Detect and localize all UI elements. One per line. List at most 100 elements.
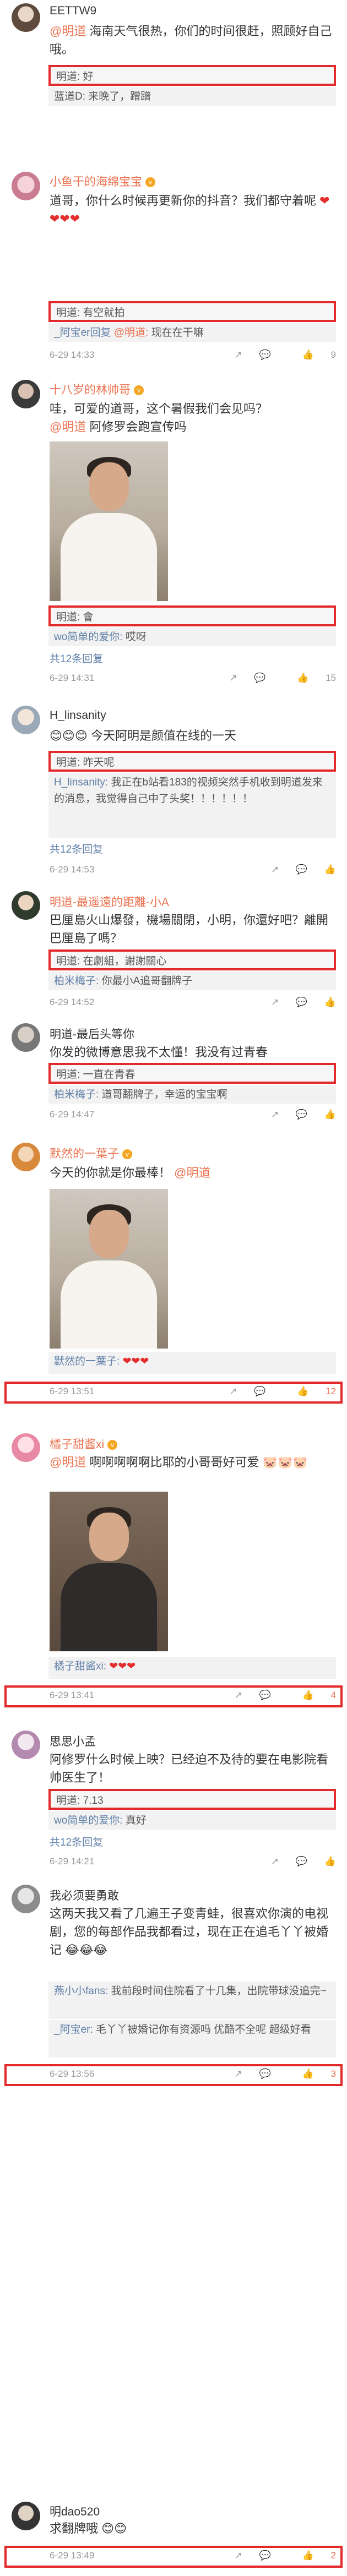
mention-link[interactable]: @明道	[50, 420, 86, 434]
share-icon[interactable]: ↗	[271, 1109, 279, 1120]
comment-author[interactable]: 我必须要勇敢	[50, 1887, 119, 1903]
reply-highlight[interactable]: 明道: 有空就拍	[48, 301, 336, 322]
like-button[interactable]: 👍 9	[288, 350, 336, 360]
share-icon[interactable]: ↗	[271, 997, 279, 1007]
comment-author[interactable]: EETTW9	[50, 4, 96, 18]
comment-author[interactable]: 十八岁的林帅哥 v	[50, 381, 144, 397]
reply-author[interactable]: H_linsanity:	[54, 777, 108, 788]
comment-icon[interactable]: 💬	[254, 673, 265, 683]
mention-link[interactable]: @明道	[174, 1166, 210, 1180]
comment-author[interactable]: 明dao520	[50, 2503, 100, 2519]
comment-icon[interactable]: 💬	[259, 1690, 271, 1700]
like-button[interactable]: 👍 4	[288, 1690, 336, 1700]
more-replies-link[interactable]: 共12条回复	[50, 651, 103, 665]
reply[interactable]: 蓝道D: 来晚了，蹭蹭	[48, 87, 336, 106]
reply[interactable]: wo简单的爱你: 真好	[48, 1811, 336, 1830]
action-bar: ↗ 💬 👍 9	[220, 350, 336, 361]
reply-author[interactable]: _阿宝er回复	[54, 327, 111, 339]
share-icon[interactable]: ↗	[235, 350, 242, 360]
reply[interactable]: wo简单的爱你: 哎呀	[48, 627, 336, 646]
reply-highlight[interactable]: 明道: 一直在青春	[48, 1063, 336, 1084]
reply-author[interactable]: 柏米梅子:	[54, 975, 99, 987]
like-icon[interactable]: 👍	[324, 997, 336, 1007]
share-icon[interactable]: ↗	[271, 1856, 279, 1866]
reply-text: 蓝道D: 来晚了，蹭蹭	[54, 91, 151, 102]
reply-author[interactable]: 橘子甜酱xi:	[54, 1661, 106, 1672]
like-button[interactable]: 👍 2	[288, 2550, 336, 2561]
share-icon[interactable]: ↗	[229, 673, 237, 683]
avatar[interactable]	[12, 1433, 40, 1462]
comment-author[interactable]: 明道-最后头等你	[50, 1025, 134, 1042]
comment-icon[interactable]: 💬	[254, 1386, 265, 1396]
avatar[interactable]	[12, 380, 40, 408]
like-button[interactable]: 👍 15	[283, 673, 336, 683]
comment-author[interactable]: 橘子甜酱xi v	[50, 1436, 118, 1452]
comment-icon[interactable]: 💬	[296, 1856, 307, 1866]
reply-author[interactable]: 燕小小fans:	[54, 1985, 108, 1997]
attached-photo[interactable]	[50, 441, 168, 601]
reply-highlight[interactable]: 明道: 會	[48, 605, 336, 626]
reply-author[interactable]: wo简单的爱你:	[54, 1815, 123, 1826]
reply-author[interactable]: _阿宝er:	[54, 2024, 93, 2035]
attached-photo[interactable]	[50, 1492, 168, 1651]
avatar[interactable]	[12, 891, 40, 920]
share-icon[interactable]: ↗	[229, 1386, 237, 1396]
comment-icon[interactable]: 💬	[259, 350, 271, 360]
reply-author[interactable]: 默然的一葉子:	[54, 1356, 120, 1367]
comment-icon[interactable]: 💬	[259, 2069, 271, 2079]
reply-highlight[interactable]: 明道: 昨天呢	[48, 751, 336, 772]
reply-text: 道哥翻牌子，幸运的宝宝啊	[101, 1089, 227, 1100]
more-replies-link[interactable]: 共12条回复	[50, 1834, 103, 1849]
comment-icon[interactable]: 💬	[296, 997, 307, 1007]
comment-author[interactable]: H_linsanity	[50, 709, 106, 722]
like-icon[interactable]: 👍	[324, 864, 336, 875]
comment-icon[interactable]: 💬	[296, 864, 307, 875]
like-icon[interactable]: 👍	[324, 1856, 336, 1866]
share-icon[interactable]: ↗	[235, 2069, 242, 2079]
emoji-icon: 😊😊😊	[50, 729, 88, 743]
avatar[interactable]	[12, 1023, 40, 1052]
avatar[interactable]	[12, 3, 40, 32]
reply[interactable]: H_linsanity: 我正在b站看183的视频突然手机收到明道发来的消息，我…	[48, 773, 336, 838]
reply[interactable]: 默然的一葉子: ❤❤❤	[48, 1352, 336, 1374]
mention-link[interactable]: @明道	[50, 24, 86, 38]
timestamp: 6-29 13:41	[50, 1690, 95, 1700]
avatar[interactable]	[12, 1885, 40, 1913]
reply[interactable]: 橘子甜酱xi: ❤❤❤	[48, 1657, 336, 1679]
comment-text: @明道 啊啊啊啊啊比耶的小哥哥好可爱 🐷🐷🐷	[50, 1453, 336, 1471]
reply[interactable]: 燕小小fans: 我前段时间住院看了十几集，出院带球没追完~	[48, 1982, 336, 2019]
reply-author[interactable]: wo简单的爱你:	[54, 631, 123, 643]
share-icon[interactable]: ↗	[235, 2550, 242, 2561]
share-icon[interactable]: ↗	[271, 864, 279, 875]
avatar[interactable]	[12, 172, 40, 200]
comment-author[interactable]: 思思小孟	[50, 1733, 96, 1749]
reply[interactable]: _阿宝er回复 @明道: 现在在干嘛	[48, 323, 336, 342]
reply[interactable]: 柏米梅子: 你最小A追哥翻牌子	[48, 972, 336, 990]
share-icon[interactable]: ↗	[235, 1690, 242, 1700]
avatar[interactable]	[12, 2502, 40, 2530]
attached-photo[interactable]	[50, 1189, 168, 1349]
like-icon[interactable]: 👍	[324, 1109, 336, 1120]
mention-link[interactable]: @明道	[50, 1455, 86, 1469]
like-count: 9	[330, 350, 336, 360]
reply-highlight[interactable]: 明道: 7.13	[48, 1789, 336, 1810]
comment-icon[interactable]: 💬	[259, 2550, 271, 2561]
reply-highlight[interactable]: 明道: 在劇組，謝謝關心	[48, 949, 336, 970]
reply-text: 我前段时间住院看了十几集，出院带球没追完~	[111, 1985, 327, 1997]
more-replies-link[interactable]: 共12条回复	[50, 841, 103, 856]
like-button[interactable]: 👍 3	[288, 2069, 336, 2079]
reply[interactable]: 柏米梅子: 道哥翻牌子，幸运的宝宝啊	[48, 1085, 336, 1104]
reply-highlight[interactable]: 明道: 好	[48, 65, 336, 86]
comment-author[interactable]: 明道-最遥遠的距離-小A	[50, 893, 169, 910]
action-bar: ↗ 💬 👍	[257, 864, 336, 875]
avatar[interactable]	[12, 1143, 40, 1171]
avatar[interactable]	[12, 706, 40, 734]
comment-author[interactable]: 默然的一葉子 v	[50, 1145, 132, 1161]
mention-link[interactable]: @明道:	[114, 327, 149, 339]
comment-author[interactable]: 小鱼干的海绵宝宝 v	[50, 173, 155, 189]
reply[interactable]: _阿宝er: 毛丫丫被婚记你有资源吗 优酷不全呢 超级好看	[48, 2020, 336, 2057]
reply-author[interactable]: 柏米梅子:	[54, 1089, 99, 1100]
comment-icon[interactable]: 💬	[296, 1109, 307, 1120]
like-button[interactable]: 👍 12	[283, 1386, 336, 1396]
avatar[interactable]	[12, 1731, 40, 1759]
